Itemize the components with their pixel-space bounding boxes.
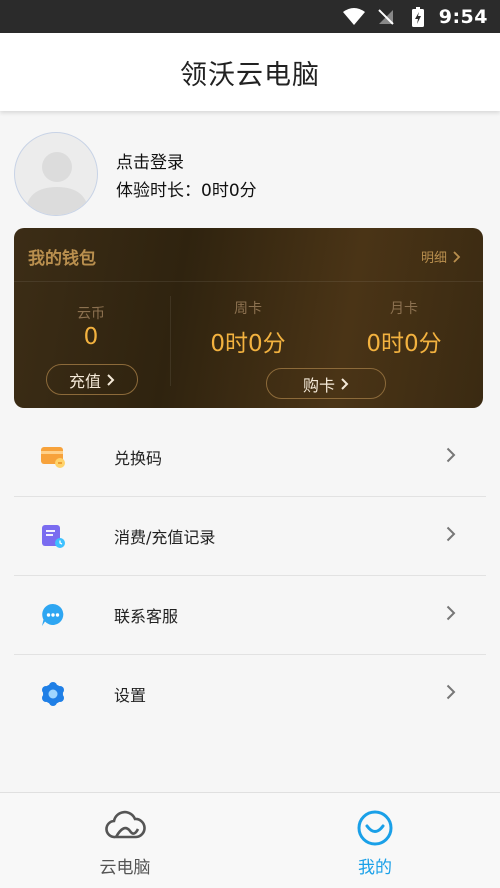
wallet-divider: [14, 281, 483, 282]
chevron-right-icon: [446, 447, 456, 467]
status-bar: 9:54: [0, 0, 500, 33]
app-bar: 领沃云电脑: [0, 33, 500, 111]
buy-card-label: 购卡: [302, 375, 335, 395]
cloud-icon: [104, 809, 146, 847]
monthly-card-value: 0时0分: [366, 331, 442, 357]
recharge-label: 充值: [68, 371, 101, 391]
wallet-detail-link[interactable]: 明细: [421, 247, 461, 266]
trial-value: 0时0分: [201, 181, 257, 201]
coin-value: 0: [83, 324, 99, 350]
menu-item-customer-service[interactable]: 联系客服: [0, 576, 500, 654]
chevron-right-icon: [453, 250, 461, 263]
menu-item-settings[interactable]: 设置: [0, 655, 500, 733]
wifi-icon: [342, 7, 365, 27]
menu-item-redeem-code[interactable]: 兑换码: [0, 418, 500, 496]
menu-item-label: 消费/充值记录: [114, 528, 216, 547]
records-icon: [40, 523, 66, 549]
coin-label: 云币: [77, 306, 105, 322]
smile-icon: [356, 809, 394, 851]
redeem-code-icon: [40, 444, 66, 470]
menu-item-label: 联系客服: [114, 607, 179, 626]
page-title: 领沃云电脑: [180, 59, 320, 91]
weekly-card-value: 0时0分: [210, 331, 286, 357]
trial-label: 体验时长：: [116, 181, 201, 201]
customer-service-icon: [40, 602, 66, 628]
menu-list: 兑换码 消费/充值记录 联系客服 设置: [0, 418, 500, 733]
profile-section[interactable]: 点击登录 体验时长： 0时0分: [0, 126, 500, 222]
tab-label: 我的: [358, 858, 392, 878]
trial-duration: 体验时长： 0时0分: [116, 176, 257, 201]
settings-icon: [40, 681, 66, 707]
monthly-card-label: 月卡: [390, 301, 418, 317]
no-signal-icon: [375, 7, 397, 27]
menu-item-label: 兑换码: [114, 449, 163, 468]
chevron-right-icon: [446, 526, 456, 546]
tab-label: 云电脑: [99, 858, 151, 878]
chevron-right-icon: [446, 605, 456, 625]
chevron-right-icon: [341, 377, 349, 390]
bottom-tab-bar: 云电脑 我的: [0, 792, 500, 888]
menu-item-records[interactable]: 消费/充值记录: [0, 497, 500, 575]
weekly-card-label: 周卡: [234, 301, 262, 317]
tab-mine[interactable]: 我的: [250, 793, 500, 888]
wallet-title: 我的钱包: [28, 249, 96, 269]
recharge-button[interactable]: 充值: [46, 364, 138, 395]
login-link[interactable]: 点击登录: [116, 148, 184, 173]
chevron-right-icon: [107, 373, 115, 386]
wallet-detail-label: 明细: [420, 251, 447, 266]
chevron-right-icon: [446, 684, 456, 704]
wallet-divider-vertical: [170, 296, 171, 386]
tab-cloud-pc[interactable]: 云电脑: [0, 793, 250, 888]
buy-card-button[interactable]: 购卡: [266, 368, 386, 399]
avatar[interactable]: [14, 132, 98, 216]
wallet-card: 我的钱包 明细 云币 0 充值 周卡 0时0分 月卡 0时0分 购卡: [14, 228, 483, 408]
battery-charging-icon: [407, 6, 429, 27]
status-time: 9:54: [438, 5, 488, 28]
menu-item-label: 设置: [114, 686, 147, 705]
